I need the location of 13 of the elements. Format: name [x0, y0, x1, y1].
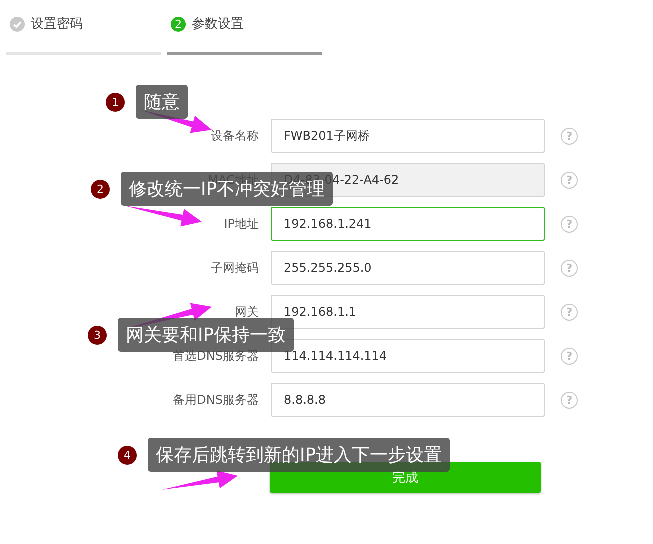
callout-tooltip: 随意: [136, 85, 188, 119]
step-badge: 1: [106, 92, 125, 112]
field-label: IP地址: [224, 216, 259, 232]
step-badge: 3: [88, 326, 107, 344]
field-label: 备用DNS服务器: [173, 392, 259, 408]
field-label: 设备名称: [211, 128, 259, 144]
step-badge: 2: [91, 180, 110, 198]
step-badge: 4: [118, 446, 137, 464]
callout-tooltip: 网关要和IP保持一致: [118, 318, 294, 352]
field-label: 子网掩码: [211, 260, 259, 276]
callout-tooltip: 保存后跳转到新的IP进入下一步设置: [148, 438, 450, 472]
step-number: 2: [171, 16, 186, 32]
field-label: 网关: [235, 304, 259, 320]
